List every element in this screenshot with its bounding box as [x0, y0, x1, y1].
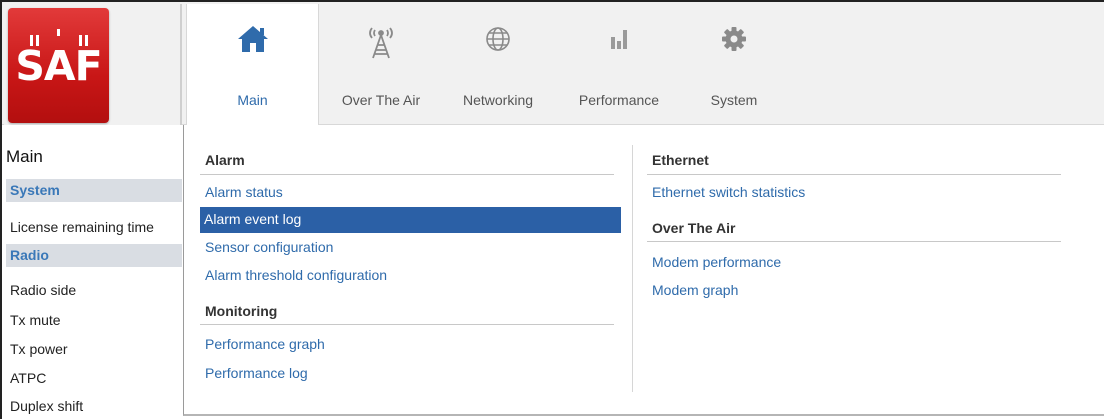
menu-heading-alarm: Alarm [205, 152, 245, 168]
sidebar-item-duplex-shift[interactable]: Duplex shift [10, 398, 83, 414]
divider [647, 241, 1061, 242]
sidebar-item-tx-mute[interactable]: Tx mute [10, 312, 61, 328]
menu-link-modem-graph[interactable]: Modem graph [652, 282, 738, 298]
divider [200, 174, 614, 175]
sidebar-title: Main [6, 147, 43, 166]
divider [200, 324, 614, 325]
sidebar-item-atpc[interactable]: ATPC [10, 370, 46, 386]
tab-over-the-air[interactable]: Over The Air [320, 4, 442, 125]
gear-icon [684, 24, 784, 64]
tab-networking[interactable]: Networking [442, 4, 554, 125]
tab-system-label: System [710, 92, 758, 108]
menu-heading-ethernet: Ethernet [652, 152, 709, 168]
tab-over-the-air-label: Over The Air [341, 92, 421, 108]
menu-link-alarm-threshold-configuration[interactable]: Alarm threshold configuration [205, 267, 387, 283]
menu-link-alarm-event-log[interactable]: Alarm event log [200, 207, 621, 233]
sidebar-item-license-remaining-time[interactable]: License remaining time [10, 219, 154, 235]
sidebar-item-radio-side[interactable]: Radio side [10, 282, 76, 298]
saf-logo[interactable]: SAF [8, 8, 109, 123]
tab-main[interactable]: Main [186, 4, 319, 125]
tab-performance[interactable]: Performance [554, 4, 684, 125]
menu-heading-monitoring: Monitoring [205, 303, 278, 319]
menu-link-performance-log[interactable]: Performance log [205, 365, 308, 381]
menu-link-modem-performance[interactable]: Modem performance [652, 254, 781, 270]
tab-system[interactable]: System [684, 4, 784, 125]
column-separator [632, 145, 633, 392]
top-navigation-bar: SAF Main Over The Air Networking Perform… [2, 2, 1104, 125]
main-dropdown-menu: Alarm Alarm status Alarm event log Senso… [183, 125, 1104, 416]
tab-main-label: Main [237, 92, 268, 108]
menu-link-performance-graph[interactable]: Performance graph [205, 336, 325, 352]
bar-chart-icon [554, 24, 684, 64]
divider [647, 174, 1061, 175]
logo-text: SAF [15, 42, 102, 90]
sidebar-item-tx-power[interactable]: Tx power [10, 341, 68, 357]
brand-area: SAF [4, 4, 182, 125]
sidebar-section-system[interactable]: System [6, 179, 182, 202]
sidebar-section-radio[interactable]: Radio [6, 244, 182, 267]
menu-link-sensor-configuration[interactable]: Sensor configuration [205, 239, 333, 255]
menu-link-ethernet-switch-statistics[interactable]: Ethernet switch statistics [652, 184, 805, 200]
antenna-tower-icon [320, 24, 442, 64]
menu-link-alarm-status[interactable]: Alarm status [205, 184, 283, 200]
globe-icon [442, 24, 554, 64]
home-icon [187, 24, 318, 64]
tab-performance-label: Performance [578, 92, 660, 108]
menu-heading-over-the-air: Over The Air [652, 220, 736, 236]
sidebar: Main System License remaining time Radio… [2, 125, 182, 419]
tab-networking-label: Networking [462, 92, 534, 108]
